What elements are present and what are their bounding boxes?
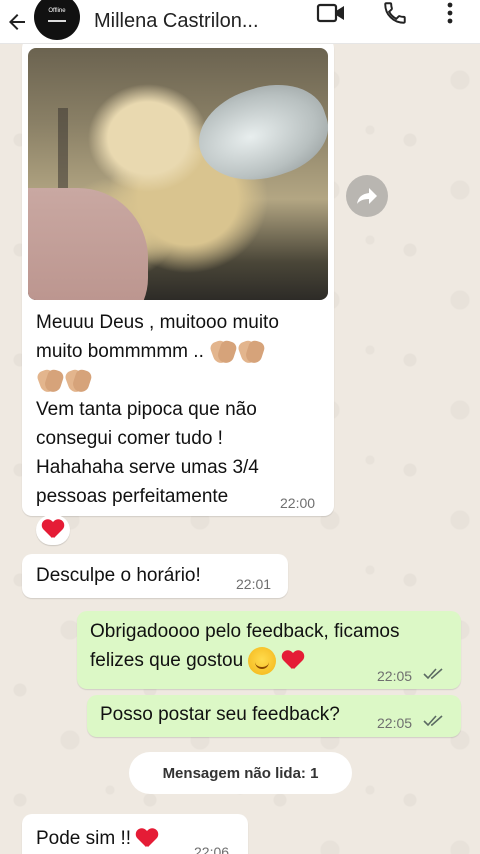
contact-name[interactable]: Millena Castrilon... <box>94 10 294 33</box>
emoji-line <box>36 366 326 395</box>
message-line: muito bommmmm .. <box>36 341 204 362</box>
message-text: Pode sim !! <box>36 824 162 853</box>
phone-icon <box>384 2 406 24</box>
video-call-button[interactable] <box>316 0 346 26</box>
back-button[interactable] <box>0 0 34 44</box>
outgoing-message-bubble[interactable]: Obrigadoooo pelo feedback, ficamos feliz… <box>77 611 461 689</box>
back-arrow-icon <box>9 13 25 30</box>
clapping-hands-icon <box>237 339 265 365</box>
message-line: Obrigadoooo pelo feedback, ficamos <box>90 621 400 642</box>
video-camera-icon <box>316 3 344 23</box>
message-time: 22:06 <box>194 844 230 854</box>
avatar-line <box>48 19 66 22</box>
heart-icon <box>136 829 162 849</box>
clapping-hands-icon <box>209 339 237 365</box>
forward-button[interactable] <box>346 175 388 217</box>
kebab-menu-icon <box>447 2 453 24</box>
message-line: consegui comer tudo ! <box>36 428 223 449</box>
voice-call-button[interactable] <box>380 0 410 26</box>
message-time: 22:05 <box>377 715 413 731</box>
avatar-status-text: Offline <box>48 7 66 14</box>
message-time: 22:00 <box>280 495 316 511</box>
message-line-with-emoji: muito bommmmm .. <box>36 337 326 366</box>
smiling-face-icon <box>248 646 277 675</box>
message-line: Meuuu Deus , muitooo muito <box>36 312 279 333</box>
read-ticks-icon <box>423 668 443 680</box>
heart-reaction[interactable] <box>36 515 70 545</box>
message-line: felizes que gostou <box>90 650 244 671</box>
popcorn-photo[interactable] <box>28 48 328 300</box>
unread-messages-banner: Mensagem não lida: 1 <box>129 752 352 794</box>
message-time: 22:01 <box>236 576 272 592</box>
outgoing-message-bubble[interactable]: Posso postar seu feedback? 22:05 <box>87 695 461 737</box>
incoming-message-bubble[interactable]: Pode sim !! 22:06 <box>22 814 248 854</box>
message-text: Obrigadoooo pelo feedback, ficamos feliz… <box>90 617 455 675</box>
read-ticks-icon <box>423 715 443 727</box>
chat-header: Offline Millena Castrilon... <box>0 0 480 44</box>
message-text: Meuuu Deus , muitooo muito muito bommmmm… <box>36 308 326 511</box>
more-options-button[interactable] <box>440 0 460 26</box>
message-time: 22:05 <box>377 668 413 684</box>
incoming-message-bubble[interactable]: Desculpe o horário! 22:01 <box>22 554 288 598</box>
forward-icon <box>357 188 377 204</box>
contact-avatar[interactable]: Offline <box>34 0 80 40</box>
message-text: Desculpe o horário! <box>36 565 201 586</box>
message-line: Vem tanta pipoca que não <box>36 399 257 420</box>
message-line: Hahahaha serve umas 3/4 <box>36 457 259 478</box>
message-line: Pode sim !! <box>36 828 132 849</box>
incoming-message-bubble[interactable]: Meuuu Deus , muitooo muito muito bommmmm… <box>22 38 334 516</box>
heart-icon <box>42 520 64 540</box>
heart-icon <box>282 651 308 671</box>
clapping-hands-icon <box>64 368 92 394</box>
clapping-hands-icon <box>36 368 64 394</box>
message-text: Posso postar seu feedback? <box>100 704 340 725</box>
